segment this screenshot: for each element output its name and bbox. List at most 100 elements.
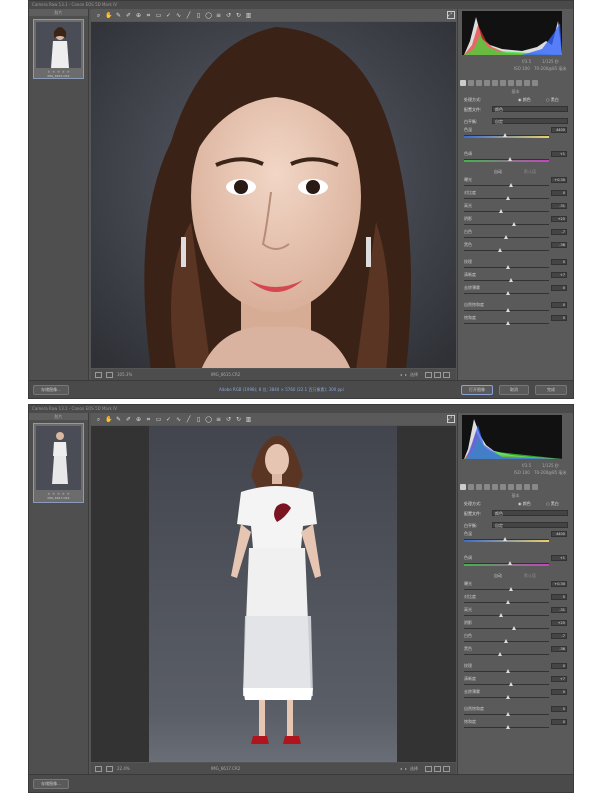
profile-select[interactable]: 颜色 — [492, 510, 568, 516]
white-balance-tool-icon[interactable]: ✎ — [115, 12, 122, 19]
slider-value-field[interactable]: 0 — [551, 259, 567, 265]
slider-value-field[interactable]: +0.30 — [551, 177, 567, 183]
rotate-left-icon[interactable]: ↺ — [225, 12, 232, 19]
next-arrow-icon[interactable]: ▸ — [405, 369, 407, 380]
tab-presets-icon[interactable] — [524, 80, 530, 86]
tab-split-toning-icon[interactable] — [492, 484, 498, 490]
slider-thumb[interactable] — [502, 133, 507, 137]
preferences-icon[interactable]: ≡ — [215, 416, 222, 423]
slider-value-field[interactable]: 4400 — [551, 531, 567, 537]
slider-value-field[interactable]: 0 — [551, 302, 567, 308]
save-image-button[interactable]: 存储图像... — [33, 385, 69, 395]
swap-icon[interactable] — [434, 371, 441, 378]
tab-hsl-icon[interactable] — [484, 484, 490, 490]
tab-detail-icon[interactable] — [476, 484, 482, 490]
zoom-in-icon[interactable] — [106, 765, 113, 772]
slider-value-field[interactable]: 0 — [551, 594, 567, 600]
slider-track[interactable] — [464, 224, 549, 225]
slider-thumb[interactable] — [506, 265, 510, 269]
slider-track[interactable] — [464, 185, 549, 186]
slider-thumb[interactable] — [502, 537, 507, 541]
slider-value-field[interactable]: 0 — [551, 706, 567, 712]
slider-thumb[interactable] — [508, 587, 513, 591]
select-label[interactable]: 选择 — [410, 763, 418, 774]
crop-tool-icon[interactable]: ⌗ — [145, 12, 152, 19]
slider-thumb[interactable] — [506, 308, 510, 312]
adjustment-brush-icon[interactable]: ╱ — [185, 416, 192, 423]
radial-filter-icon[interactable]: ◯ — [205, 12, 212, 19]
zoom-level[interactable]: 105.3% — [117, 369, 132, 380]
slider-thumb[interactable] — [499, 613, 504, 617]
tab-detail-icon[interactable] — [476, 80, 482, 86]
slider-value-field[interactable]: +7 — [551, 676, 567, 682]
white-balance-tool-icon[interactable]: ✎ — [115, 416, 122, 423]
workflow-options-link[interactable]: Adobe RGB (1998); 8 位; 3840 × 5760 (22.1… — [219, 387, 344, 393]
slider-thumb[interactable] — [507, 561, 512, 565]
slider-value-field[interactable]: 0 — [551, 663, 567, 669]
slider-track[interactable] — [464, 563, 549, 564]
slider-thumb[interactable] — [504, 235, 509, 239]
slider-thumb[interactable] — [497, 652, 502, 656]
slider-thumb[interactable] — [506, 291, 510, 295]
preferences-icon[interactable]: ≡ — [215, 12, 222, 19]
treatment-bw-radio[interactable]: ○ 黑白 — [546, 97, 559, 103]
tab-snapshots-icon[interactable] — [532, 80, 538, 86]
image-preview[interactable] — [91, 22, 456, 368]
targeted-adjust-icon[interactable]: ⊕ — [135, 12, 142, 19]
slider-thumb[interactable] — [499, 209, 504, 213]
slider-track[interactable] — [464, 211, 549, 212]
slider-value-field[interactable]: +25 — [551, 620, 567, 626]
straighten-tool-icon[interactable]: ▭ — [155, 416, 162, 423]
auto-button[interactable]: 自动 — [484, 573, 512, 579]
slider-track[interactable] — [464, 250, 549, 251]
radial-filter-icon[interactable]: ◯ — [205, 416, 212, 423]
select-label[interactable]: 选择 — [410, 369, 418, 380]
slider-value-field[interactable]: -31 — [551, 607, 567, 613]
tab-tone-curve-icon[interactable] — [468, 80, 474, 86]
slider-value-field[interactable]: -7 — [551, 633, 567, 639]
tab-lens-icon[interactable] — [500, 484, 506, 490]
slider-thumb[interactable] — [506, 600, 510, 604]
slider-thumb[interactable] — [511, 222, 516, 226]
zoom-tool-icon[interactable]: ⌕ — [95, 416, 102, 423]
crop-tool-icon[interactable]: ⌗ — [145, 416, 152, 423]
color-sampler-icon[interactable]: ✐ — [125, 12, 132, 19]
slider-track[interactable] — [464, 684, 549, 685]
zoom-out-icon[interactable] — [95, 371, 102, 378]
spot-removal-icon[interactable]: ✓ — [165, 416, 172, 423]
slider-track[interactable] — [464, 589, 549, 590]
slider-value-field[interactable]: 0 — [551, 719, 567, 725]
slider-thumb[interactable] — [506, 669, 510, 673]
slider-value-field[interactable]: -36 — [551, 242, 567, 248]
tab-effects-icon[interactable] — [508, 80, 514, 86]
slider-thumb[interactable] — [504, 639, 509, 643]
slider-track[interactable] — [464, 280, 549, 281]
zoom-level[interactable]: 22.4% — [117, 763, 130, 774]
slider-thumb[interactable] — [506, 695, 510, 699]
filmstrip-thumbnail[interactable]: ★ ★ ★ ★ ★ IMG_6617.CR2 — [33, 423, 84, 503]
tab-snapshots-icon[interactable] — [532, 484, 538, 490]
slider-value-field[interactable]: 0 — [551, 315, 567, 321]
trash-icon[interactable]: ▥ — [245, 416, 252, 423]
slider-value-field[interactable]: -36 — [551, 646, 567, 652]
slider-thumb[interactable] — [506, 712, 510, 716]
fullscreen-toggle-icon[interactable]: ⤢ — [447, 11, 455, 19]
tab-hsl-icon[interactable] — [484, 80, 490, 86]
slider-value-field[interactable]: +25 — [551, 216, 567, 222]
done-button[interactable]: 完成 — [535, 385, 567, 395]
before-after-icon[interactable] — [425, 765, 432, 772]
tab-calibration-icon[interactable] — [516, 484, 522, 490]
red-eye-icon[interactable]: ∿ — [175, 416, 182, 423]
filmstrip-thumbnail[interactable]: ★ ★ ★ ★ ★ IMG_6615.CR2 — [33, 19, 84, 79]
tab-lens-icon[interactable] — [500, 80, 506, 86]
slider-track[interactable] — [464, 628, 549, 629]
zoom-out-icon[interactable] — [95, 765, 102, 772]
slider-thumb[interactable] — [506, 196, 510, 200]
slider-track[interactable] — [464, 654, 549, 655]
tab-split-toning-icon[interactable] — [492, 80, 498, 86]
slider-value-field[interactable]: -7 — [551, 229, 567, 235]
treatment-bw-radio[interactable]: ○ 黑白 — [546, 501, 559, 507]
default-button[interactable]: 默认值 — [516, 169, 544, 175]
slider-value-field[interactable]: +1 — [551, 555, 567, 561]
auto-button[interactable]: 自动 — [484, 169, 512, 175]
